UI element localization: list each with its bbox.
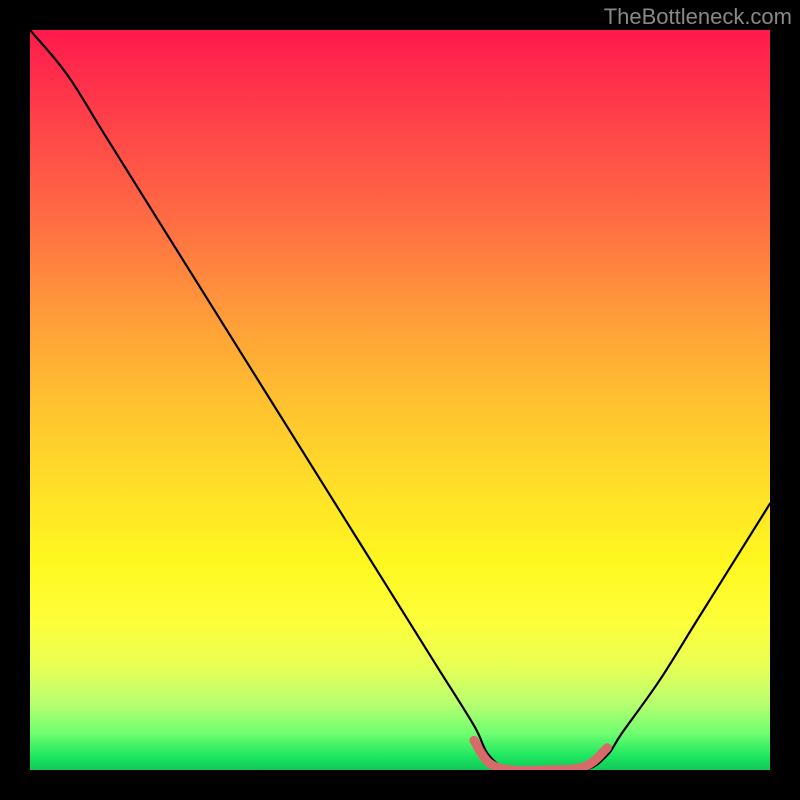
optimal-range-marker [474,740,607,770]
bottleneck-curve-line [30,30,770,770]
chart-plot-area [30,30,770,770]
chart-svg [30,30,770,770]
watermark-text: TheBottleneck.com [604,4,792,30]
